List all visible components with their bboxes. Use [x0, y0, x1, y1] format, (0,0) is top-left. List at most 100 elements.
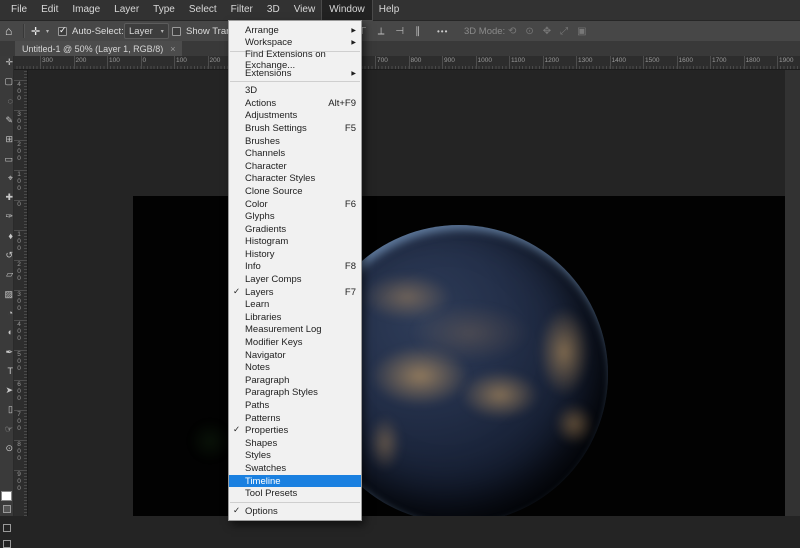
home-icon[interactable]: ⌂ — [5, 21, 12, 41]
lasso-tool[interactable]: ◌ — [0, 96, 13, 106]
auto-select-checkbox[interactable] — [58, 21, 67, 41]
menu-item-swatches[interactable]: Swatches — [229, 462, 361, 475]
menu-item-layers[interactable]: ✓ Layers F7 — [229, 286, 361, 299]
menu-item-styles[interactable]: Styles — [229, 450, 361, 463]
document-tab[interactable]: Untitled-1 @ 50% (Layer 1, RGB/8) × — [15, 41, 183, 56]
zoom-tool[interactable]: ⊙ — [0, 443, 13, 454]
menubar-item-filter[interactable]: Filter — [224, 0, 260, 20]
menu-item-glyphs[interactable]: Glyphs — [229, 210, 361, 223]
roll-3d-icon[interactable]: ⊙ — [525, 26, 533, 37]
hand-tool[interactable]: ☞ — [0, 424, 13, 435]
menu-item-character[interactable]: Character — [229, 160, 361, 173]
layer-dropdown-value: Layer — [129, 25, 153, 37]
menu-item-layer-comps[interactable]: Layer Comps — [229, 273, 361, 286]
menubar-item-file[interactable]: File — [4, 0, 34, 20]
menu-item-shapes[interactable]: Shapes — [229, 437, 361, 450]
type-tool[interactable]: T — [0, 366, 14, 376]
menu-separator — [230, 501, 360, 503]
screen-mode-button[interactable] — [3, 540, 11, 548]
menu-item-history[interactable]: History — [229, 248, 361, 261]
menu-item-modifier-keys[interactable]: Modifier Keys — [229, 336, 361, 349]
menu-item-paths[interactable]: Paths — [229, 399, 361, 412]
align-middle-icon[interactable]: ⟂ — [378, 26, 385, 37]
layer-target-dropdown[interactable]: Layer ▾ — [124, 21, 169, 41]
shape-tool[interactable]: ▯ — [0, 404, 13, 415]
menubar-item-edit[interactable]: Edit — [34, 0, 65, 20]
menu-item-label: Gradients — [245, 223, 287, 235]
eyedropper-tool[interactable]: ⌖ — [0, 173, 13, 184]
menubar-item-view[interactable]: View — [287, 0, 323, 20]
clone-stamp-tool[interactable]: ♦ — [0, 231, 13, 241]
brush-tool[interactable]: ✑ — [0, 211, 13, 222]
show-transform-checkbox[interactable] — [172, 21, 181, 41]
menu-item-tool-presets[interactable]: Tool Presets — [229, 487, 361, 500]
healing-brush-tool[interactable]: ✚ — [0, 192, 13, 203]
menu-item-paragraph[interactable]: Paragraph — [229, 374, 361, 387]
menubar-item-image[interactable]: Image — [65, 0, 107, 20]
marquee-tool[interactable]: ▢ — [0, 76, 13, 87]
menubar-item-3d[interactable]: 3D — [260, 0, 287, 20]
menu-item-adjustments[interactable]: Adjustments — [229, 110, 361, 123]
menu-item-brush-settings[interactable]: Brush Settings F5 — [229, 122, 361, 135]
menu-item-learn[interactable]: Learn — [229, 298, 361, 311]
background-color-swatch[interactable] — [3, 505, 11, 513]
pan-3d-icon[interactable]: ✥ — [543, 26, 551, 37]
quick-selection-tool[interactable]: ✎ — [0, 115, 13, 126]
menu-item-libraries[interactable]: Libraries — [229, 311, 361, 324]
more-options-button[interactable]: ••• — [437, 21, 448, 41]
pen-tool[interactable]: ✒ — [0, 347, 13, 358]
foreground-color-swatch[interactable] — [1, 491, 12, 501]
ruler-label: 300 — [42, 57, 53, 64]
move-tool[interactable]: ✛ — [0, 57, 13, 68]
ruler-label: 1300 — [578, 57, 593, 64]
horizontal-ruler[interactable]: 3002001000100200300400500600700800900100… — [13, 56, 800, 70]
menu-item-channels[interactable]: Channels — [229, 147, 361, 160]
menu-item-find-extensions-on-exchange[interactable]: Find Extensions on Exchange... — [229, 49, 361, 71]
crop-tool[interactable]: ⊞ — [0, 134, 13, 145]
menu-item-arrange[interactable]: Arrange ▶ — [229, 24, 361, 37]
menu-item-patterns[interactable]: Patterns — [229, 412, 361, 425]
menu-item-timeline[interactable]: Timeline — [229, 474, 361, 488]
slide-3d-icon[interactable]: ⤢ — [560, 26, 568, 37]
frame-tool[interactable]: ▭ — [0, 154, 13, 165]
menubar-item-layer[interactable]: Layer — [107, 0, 146, 20]
menu-item-histogram[interactable]: Histogram — [229, 236, 361, 249]
distribute-icon[interactable]: ∥ — [415, 26, 420, 37]
vertical-ruler[interactable]: 5004003002001000100200300400500600700800… — [13, 56, 28, 516]
menu-item-properties[interactable]: ✓ Properties — [229, 424, 361, 437]
dodge-tool[interactable]: ◐ — [0, 327, 13, 337]
menubar-item-select[interactable]: Select — [182, 0, 224, 20]
chevron-down-icon[interactable]: ▾ — [46, 21, 49, 41]
align-bottom-icon[interactable]: ⊣ — [395, 26, 404, 37]
history-brush-tool[interactable]: ↺ — [0, 250, 13, 261]
path-selection-tool[interactable]: ➤ — [0, 385, 13, 396]
menu-item-actions[interactable]: Actions Alt+F9 — [229, 97, 361, 110]
menu-item-color[interactable]: Color F6 — [229, 198, 361, 211]
menu-item-notes[interactable]: Notes — [229, 361, 361, 374]
submenu-arrow-icon: ▶ — [351, 27, 356, 34]
menubar-item-type[interactable]: Type — [146, 0, 182, 20]
camera-3d-icon[interactable]: ▣ — [577, 26, 586, 37]
eraser-tool[interactable]: ▱ — [0, 269, 13, 280]
menubar-item-window[interactable]: Window — [321, 0, 373, 21]
menu-item-clone-source[interactable]: Clone Source — [229, 185, 361, 198]
menu-item-character-styles[interactable]: Character Styles — [229, 173, 361, 186]
ruler-label: 700 — [17, 411, 21, 432]
menu-item-extensions[interactable]: Extensions ▶ — [229, 67, 361, 80]
menubar-item-help[interactable]: Help — [372, 0, 407, 20]
menu-item-paragraph-styles[interactable]: Paragraph Styles — [229, 387, 361, 400]
faint-glow — [188, 421, 232, 461]
menu-item-info[interactable]: Info F8 — [229, 261, 361, 274]
orbit-3d-icon[interactable]: ⟲ — [508, 26, 516, 37]
blur-tool[interactable]: ◔ — [0, 308, 13, 318]
close-tab-icon[interactable]: × — [170, 44, 175, 54]
ruler-label: 1000 — [477, 57, 492, 64]
menu-item-measurement-log[interactable]: Measurement Log — [229, 324, 361, 337]
menu-item-navigator[interactable]: Navigator — [229, 349, 361, 362]
menu-item-gradients[interactable]: Gradients — [229, 223, 361, 236]
menu-item-brushes[interactable]: Brushes — [229, 135, 361, 148]
quick-mask-button[interactable] — [3, 524, 11, 532]
gradient-tool[interactable]: ▨ — [0, 289, 13, 300]
menu-item-workspace[interactable]: Workspace ▶ — [229, 37, 361, 50]
menu-item-3d[interactable]: 3D — [229, 84, 361, 97]
